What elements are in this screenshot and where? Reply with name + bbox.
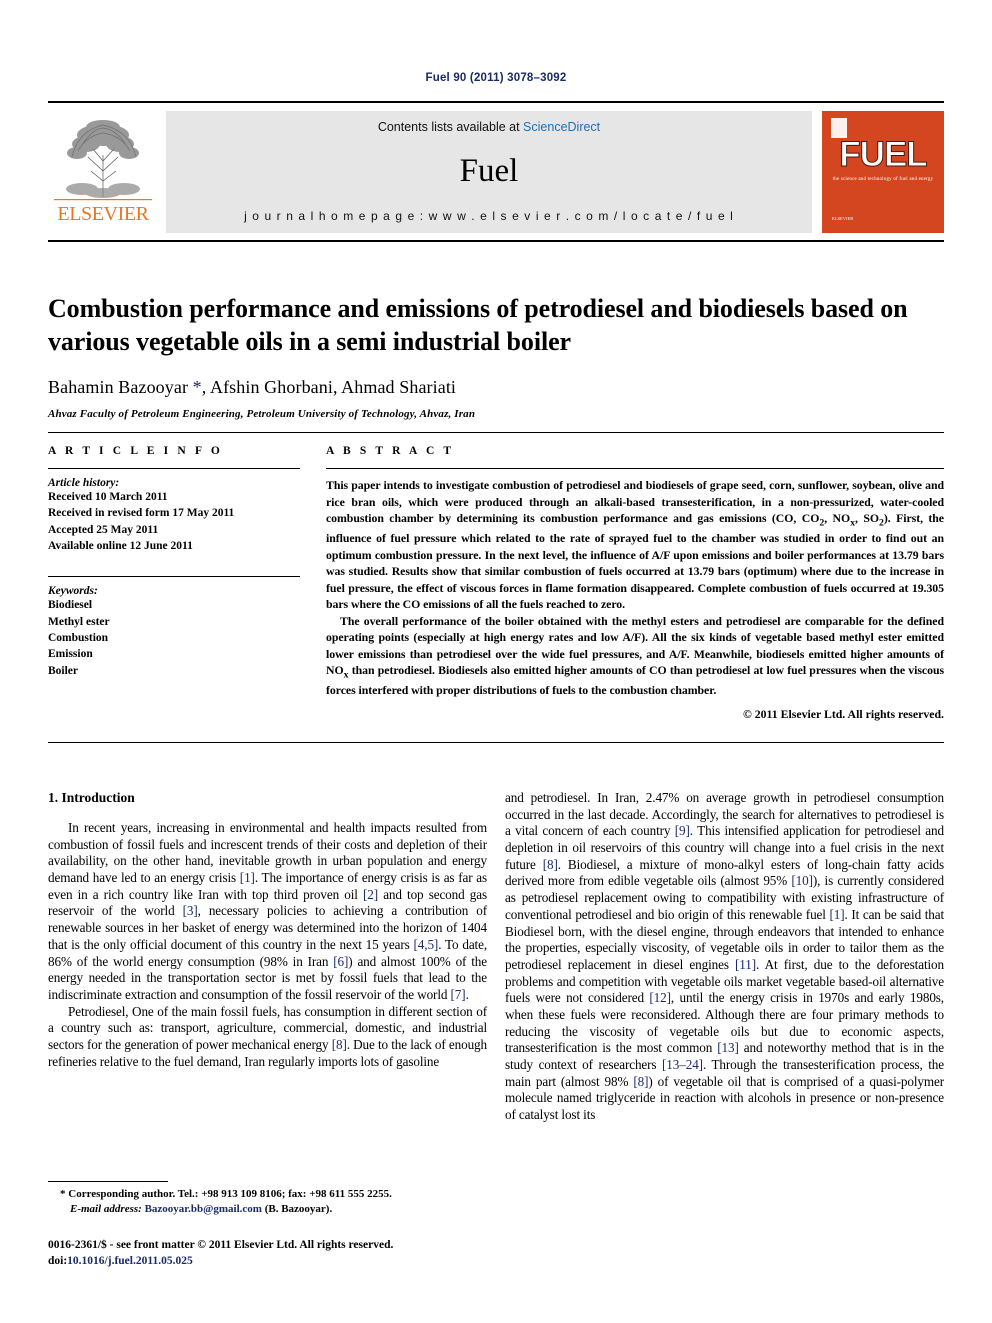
elsevier-tree-icon [54, 120, 152, 201]
running-head: Fuel 90 (2011) 3078–3092 [425, 72, 567, 84]
cover-title: FUEL [839, 135, 928, 175]
doi-link[interactable]: 10.1016/j.fuel.2011.05.025 [67, 1255, 193, 1267]
footnote-text: Corresponding author. Tel.: +98 913 109 … [68, 1188, 392, 1200]
contents-prefix: Contents lists available at [377, 120, 524, 134]
keyword-item: Methyl ester [48, 615, 110, 628]
cover-subtitle: the science and technology of fuel and e… [832, 177, 934, 182]
history-item: Received in revised form 17 May 2011 [48, 507, 235, 520]
abstract-paragraph: This paper intends to investigate combus… [326, 478, 944, 612]
journal-masthead: ELSEVIER Contents lists available at Sci… [48, 101, 944, 233]
abstract-copyright: © 2011 Elsevier Ltd. All rights reserved… [742, 706, 944, 721]
footnote-corresponding-line: * Corresponding author. Tel.: +98 913 10… [48, 1187, 460, 1202]
divider [48, 576, 300, 578]
article-info-column: A R T I C L E I N F O Article history: R… [48, 445, 320, 722]
abstract-column: A B S T R A C T This paper intends to in… [320, 445, 944, 722]
keyword-item: Boiler [48, 664, 79, 677]
cover-footer: ELSEVIER [832, 216, 854, 222]
body-paragraph: Petrodiesel, One of the main fossil fuel… [48, 1003, 487, 1069]
journal-band: Contents lists available at ScienceDirec… [166, 111, 812, 233]
paper-page: Fuel 90 (2011) 3078–3092 ELSEVIER Conten… [0, 0, 992, 1323]
imprint-block: 0016-2361/$ - see front matter © 2011 El… [48, 1238, 508, 1269]
elsevier-wordmark: ELSEVIER [57, 203, 149, 225]
title-block: Combustion performance and emissions of … [48, 240, 944, 420]
author-names: Bahamin Bazooyar *, Afshin Ghorbani, Ahm… [48, 376, 457, 397]
page-title: Combustion performance and emissions of … [48, 294, 908, 357]
email-address-label: E-mail address: [70, 1202, 142, 1215]
corresponding-author-footnote: * Corresponding author. Tel.: +98 913 10… [48, 1181, 460, 1217]
history-item: Accepted 25 May 2011 [48, 523, 159, 536]
divider [48, 1181, 168, 1182]
keyword-item: Emission [48, 648, 93, 661]
email-owner: (B. Bazooyar). [264, 1202, 333, 1215]
keyword-item: Combustion [48, 631, 109, 644]
abstract-paragraph: The overall performance of the boiler ob… [326, 613, 944, 698]
body-paragraph: In recent years, increasing in environme… [48, 820, 488, 1002]
history-item: Received 10 March 2011 [48, 491, 168, 503]
contents-available-line: Contents lists available at ScienceDirec… [166, 120, 812, 134]
section-heading-introduction: 1. Introduction [48, 790, 135, 805]
history-item: Available online 12 June 2011 [48, 539, 193, 552]
footnote-email-line: E-mail address: Bazooyar.bb@gmail.com (B… [48, 1202, 460, 1217]
issn-front-matter-line: 0016-2361/$ - see front matter © 2011 El… [48, 1239, 394, 1251]
article-info-heading: A R T I C L E I N F O [48, 445, 223, 457]
info-abstract-region: A R T I C L E I N F O Article history: R… [48, 432, 944, 722]
article-history-label: Article history: [48, 477, 120, 489]
elsevier-logo: ELSEVIER [48, 111, 166, 224]
journal-title: Fuel [459, 153, 519, 189]
body-column-left: 1. Introduction In recent years, increas… [48, 790, 487, 1124]
keywords-label: Keywords: [48, 585, 98, 598]
doi-label: doi: [48, 1254, 68, 1267]
sciencedirect-link[interactable]: ScienceDirect [523, 120, 600, 134]
divider [48, 468, 300, 469]
body-paragraph: and petrodiesel. In Iran, 2.47% on avera… [505, 790, 944, 1123]
journal-cover-thumbnail: FUEL the science and technology of fuel … [822, 111, 944, 233]
email-link[interactable]: Bazooyar.bb@gmail.com [145, 1203, 262, 1215]
affiliation: Ahvaz Faculty of Petroleum Engineering, … [48, 407, 476, 420]
journal-homepage-link[interactable]: j o u r n a l h o m e p a g e : w w w . … [166, 209, 812, 223]
keyword-item: Biodiesel [48, 599, 93, 612]
body-columns: 1. Introduction In recent years, increas… [48, 790, 944, 1124]
doi-line: doi:10.1016/j.fuel.2011.05.025 [48, 1254, 508, 1270]
body-column-right: and petrodiesel. In Iran, 2.47% on avera… [505, 790, 944, 1124]
footnote-marker: * [60, 1188, 66, 1200]
abstract-heading: A B S T R A C T [326, 445, 455, 457]
divider [326, 468, 944, 469]
author-list: Bahamin Bazooyar *, Afshin Ghorbani, Ahm… [48, 377, 944, 398]
divider [48, 742, 944, 743]
